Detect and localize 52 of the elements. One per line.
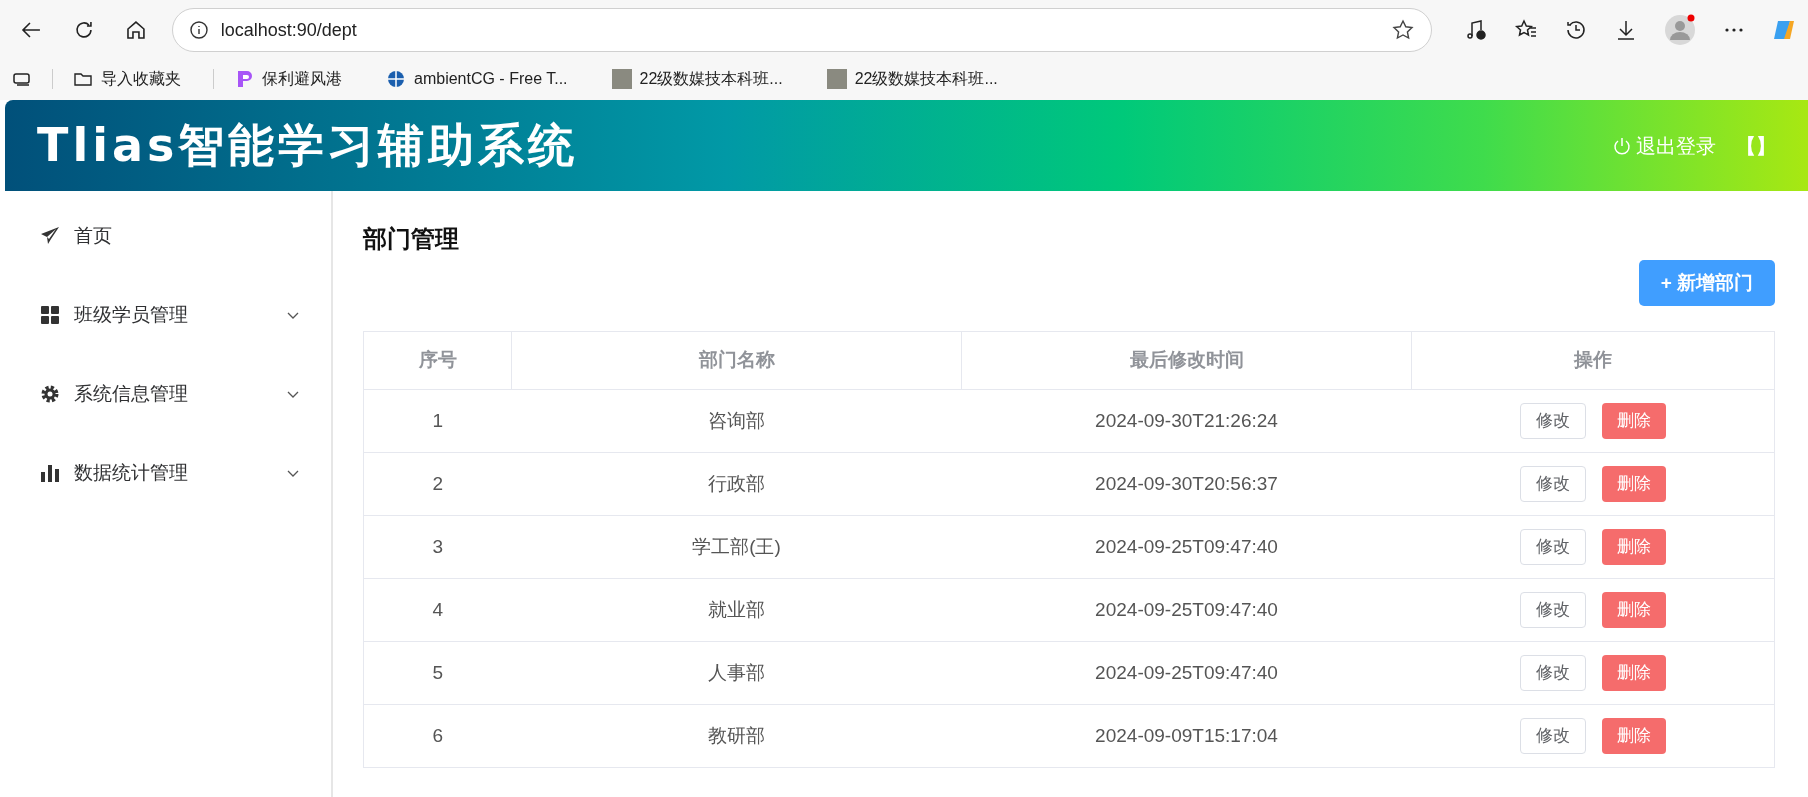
bookmark-item[interactable]: 22级数媒技本科班... [826,67,998,91]
table-cell: 5 [363,641,512,705]
table-cell: 2024-09-25T09:47:40 [961,515,1412,579]
column-header: 最后修改时间 [961,331,1412,390]
table-cell: 教研部 [511,704,962,768]
bookmark-item[interactable]: 导入收藏夹 [73,67,181,91]
settings-icon [40,384,60,404]
table-cell: 2024-09-30T20:56:37 [961,452,1412,516]
star-icon[interactable] [1391,18,1415,42]
photo-placeholder [826,69,847,89]
edit-button[interactable]: 修改 [1519,655,1586,691]
globe-icon [386,69,406,89]
music-icon[interactable] [1464,18,1488,42]
table-cell: 2024-09-09T15:17:04 [961,704,1412,768]
info-icon[interactable] [188,20,209,40]
grid-icon [40,305,60,325]
edit-button[interactable]: 修改 [1519,466,1586,502]
table-cell: 1 [363,389,512,453]
address-bar[interactable]: localhost:90/dept [171,8,1432,52]
page-title: 部门管理 [363,224,460,254]
edit-button[interactable]: 修改 [1519,403,1586,439]
app-title: Tlias智能学习辅助系统 [37,117,580,174]
bar-chart-icon [40,463,60,483]
table-cell: 2 [363,452,512,516]
bookmark-item[interactable]: 22级数媒技本科班... [611,67,783,91]
copilot-icon[interactable] [1772,18,1796,42]
bookmark-item[interactable]: ambientCG - Free T... [386,67,568,91]
table-cell: 学工部(王) [511,515,962,579]
table-cell: 2024-09-25T09:47:40 [961,641,1412,705]
table-cell: 2024-09-25T09:47:40 [961,578,1412,642]
power-icon [1612,135,1632,156]
edit-button[interactable]: 修改 [1519,592,1586,628]
photo-placeholder [611,69,632,89]
table-cell: 就业部 [511,578,962,642]
table-cell: 行政部 [511,452,962,516]
paper-plane-icon [40,226,60,246]
table-cell: 2024-09-30T21:26:24 [961,389,1412,453]
bracket-text: 【】 [1736,133,1776,159]
table-cell: 6 [363,704,512,768]
column-header: 部门名称 [511,331,962,390]
url-text: localhost:90/dept [220,18,358,42]
avatar-icon[interactable] [1664,14,1696,46]
history-icon[interactable] [1564,18,1588,42]
edit-button[interactable]: 修改 [1519,529,1586,565]
table-cell: 4 [363,578,512,642]
edit-button[interactable]: 修改 [1519,718,1586,754]
column-header: 操作 [1411,331,1775,390]
column-header: 序号 [363,331,512,390]
bookmark-item[interactable]: 保利避风港 [234,67,342,91]
table-cell: 咨询部 [511,389,962,453]
table-cell: 人事部 [511,641,962,705]
table-cell: 3 [363,515,512,579]
